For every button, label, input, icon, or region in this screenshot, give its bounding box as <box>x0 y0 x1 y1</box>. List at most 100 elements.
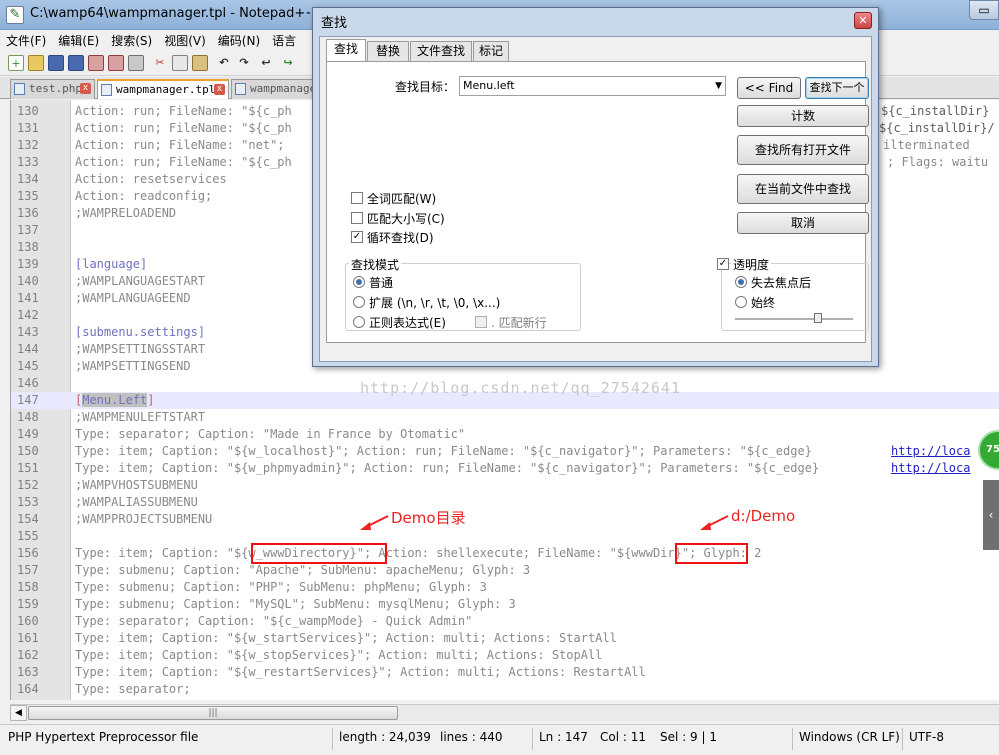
code-line[interactable]: 161 Type: item; Caption: "${w_startServic… <box>11 630 999 647</box>
transparency-checkbox[interactable]: ✓ <box>717 258 729 270</box>
menu-language[interactable]: 语言 <box>266 30 302 51</box>
minimize-button[interactable]: ▭ <box>969 0 999 20</box>
transparency-slider[interactable] <box>735 318 853 320</box>
url-link[interactable]: http://loca <box>891 444 970 458</box>
paste-icon[interactable] <box>192 55 208 71</box>
horizontal-scrollbar[interactable]: ◀ ||| <box>10 704 999 721</box>
status-divider <box>792 728 793 750</box>
menu-file[interactable]: 文件(F) <box>0 30 52 51</box>
line-number: 157 <box>17 563 39 577</box>
code-line[interactable]: 156 Type: item; Caption: "${w_wwwDirector… <box>11 545 999 562</box>
code-line[interactable]: 157 Type: submenu; Caption: "Apache"; Sub… <box>11 562 999 579</box>
status-divider <box>332 728 333 750</box>
mode-normal-radio[interactable] <box>353 276 365 288</box>
menu-edit[interactable]: 编辑(E) <box>52 30 105 51</box>
scroll-thumb[interactable]: ||| <box>28 706 398 720</box>
notepad-icon: ✎ <box>6 6 24 24</box>
close-icon[interactable]: x <box>214 84 225 95</box>
line-code: Action: run; FileName: "${c_ph <box>75 104 292 118</box>
whole-word-checkbox[interactable] <box>351 192 363 204</box>
file-icon <box>101 84 112 96</box>
code-fragment: ${c_installDir} <box>881 104 990 118</box>
tab-find-in-files[interactable]: 文件查找 <box>410 41 472 61</box>
line-number: 143 <box>17 325 39 339</box>
print-icon[interactable] <box>128 55 144 71</box>
code-line[interactable]: 159 Type: submenu; Caption: "MySQL"; SubM… <box>11 596 999 613</box>
find-all-open-files-button[interactable]: 查找所有打开文件 <box>737 135 869 165</box>
menu-view[interactable]: 视图(V) <box>158 30 212 51</box>
code-line[interactable]: 149 Type: separator; Caption: "Made in Fr… <box>11 426 999 443</box>
line-number: 140 <box>17 274 39 288</box>
open-file-icon[interactable] <box>28 55 44 71</box>
transparency-slider-thumb[interactable] <box>813 313 822 323</box>
close-all-icon[interactable] <box>108 55 124 71</box>
code-line[interactable]: 153 ;WAMPALIASSUBMENU <box>11 494 999 511</box>
mode-regex-radio[interactable] <box>353 316 365 328</box>
match-case-checkbox[interactable] <box>351 212 363 224</box>
tab-mark[interactable]: 标记 <box>473 41 509 61</box>
always-label: 始终 <box>751 296 776 310</box>
chevron-down-icon[interactable]: ▼ <box>715 77 722 95</box>
search-mode-title: 查找模式 <box>349 256 402 273</box>
close-icon[interactable]: ✕ <box>854 12 872 29</box>
dot-newline-label: . 匹配新行 <box>491 316 547 330</box>
code-line[interactable]: 151 Type: item; Caption: "${w_phpmyadmin}… <box>11 460 999 477</box>
tab-test-php[interactable]: test.php x <box>10 79 95 99</box>
line-number: 142 <box>17 308 39 322</box>
code-line[interactable]: 148 ;WAMPMENULEFTSTART <box>11 409 999 426</box>
code-line[interactable]: 162 Type: item; Caption: "${w_stopService… <box>11 647 999 664</box>
save-icon[interactable] <box>48 55 64 71</box>
find-previous-button[interactable]: << Find <box>737 77 801 99</box>
undo-icon[interactable]: ↶ <box>216 55 232 71</box>
code-line[interactable]: 150 Type: item; Caption: "${w_localhost}"… <box>11 443 999 460</box>
line-number: 147 <box>17 393 39 407</box>
side-collapse-tab[interactable]: ‹ <box>983 480 999 550</box>
code-line[interactable]: 152 ;WAMPVHOSTSUBMENU <box>11 477 999 494</box>
line-number: 150 <box>17 444 39 458</box>
menu-search[interactable]: 搜索(S) <box>105 30 158 51</box>
code-line[interactable]: 155 <box>11 528 999 545</box>
code-line[interactable]: 163 Type: item; Caption: "${w_restartServ… <box>11 664 999 681</box>
tab-replace[interactable]: 替换 <box>367 41 409 61</box>
find-in-current-file-button[interactable]: 在当前文件中查找 <box>737 174 869 204</box>
menu-encoding[interactable]: 编码(N) <box>212 30 266 51</box>
new-file-icon[interactable]: + <box>8 55 24 71</box>
line-number: 162 <box>17 648 39 662</box>
url-link[interactable]: http://loca <box>891 461 970 475</box>
find-target-input[interactable]: Menu.left ▼ <box>459 76 726 96</box>
code-line[interactable]: 154 ;WAMPPROJECTSUBMENU <box>11 511 999 528</box>
whole-word-label: 全词匹配(W) <box>367 192 437 206</box>
line-code: Type: item; Caption: "${w_phpmyadmin}"; … <box>75 461 820 475</box>
undo-arrow-icon[interactable]: ↩ <box>258 55 274 71</box>
tab-wampmanager-tpl[interactable]: wampmanager.tpl x <box>97 79 229 99</box>
line-number: 137 <box>17 223 39 237</box>
code-line[interactable]: 164 Type: separator; <box>11 681 999 698</box>
status-language: PHP Hypertext Preprocessor file <box>8 730 199 744</box>
wrap-around-checkbox[interactable]: ✓ <box>351 231 363 243</box>
find-next-button[interactable]: 查找下一个 <box>805 77 869 99</box>
cancel-button[interactable]: 取消 <box>737 212 869 234</box>
dot-newline-checkbox[interactable] <box>475 316 487 328</box>
count-button[interactable]: 计数 <box>737 105 869 127</box>
line-code: Action: run; FileName: "net"; <box>75 138 285 152</box>
line-code: [language] <box>75 257 148 271</box>
redo-icon[interactable]: ↷ <box>236 55 252 71</box>
cut-icon[interactable]: ✂ <box>152 55 168 71</box>
close-file-icon[interactable] <box>88 55 104 71</box>
code-line[interactable]: 160 Type: separator; Caption: "${c_wampMo… <box>11 613 999 630</box>
always-radio[interactable] <box>735 296 747 308</box>
tab-wampmanage[interactable]: wampmanage <box>231 79 315 99</box>
lose-focus-radio[interactable] <box>735 276 747 288</box>
save-all-icon[interactable] <box>68 55 84 71</box>
redo-arrow-icon[interactable]: ↪ <box>280 55 296 71</box>
code-line[interactable]: 158 Type: submenu; Caption: "PHP"; SubMen… <box>11 579 999 596</box>
line-number: 149 <box>17 427 39 441</box>
close-icon[interactable]: x <box>80 83 91 94</box>
tab-find[interactable]: 查找 <box>326 39 366 62</box>
copy-icon[interactable] <box>172 55 188 71</box>
scroll-left-icon[interactable]: ◀ <box>10 705 27 721</box>
find-panel: 查找目标： Menu.left ▼ << Find 查找下一个 计数 查找所有打… <box>326 61 869 343</box>
mode-extended-radio[interactable] <box>353 296 365 308</box>
wrap-around-label: 循环查找(D) <box>367 231 434 245</box>
line-code: [submenu.settings] <box>75 325 206 339</box>
